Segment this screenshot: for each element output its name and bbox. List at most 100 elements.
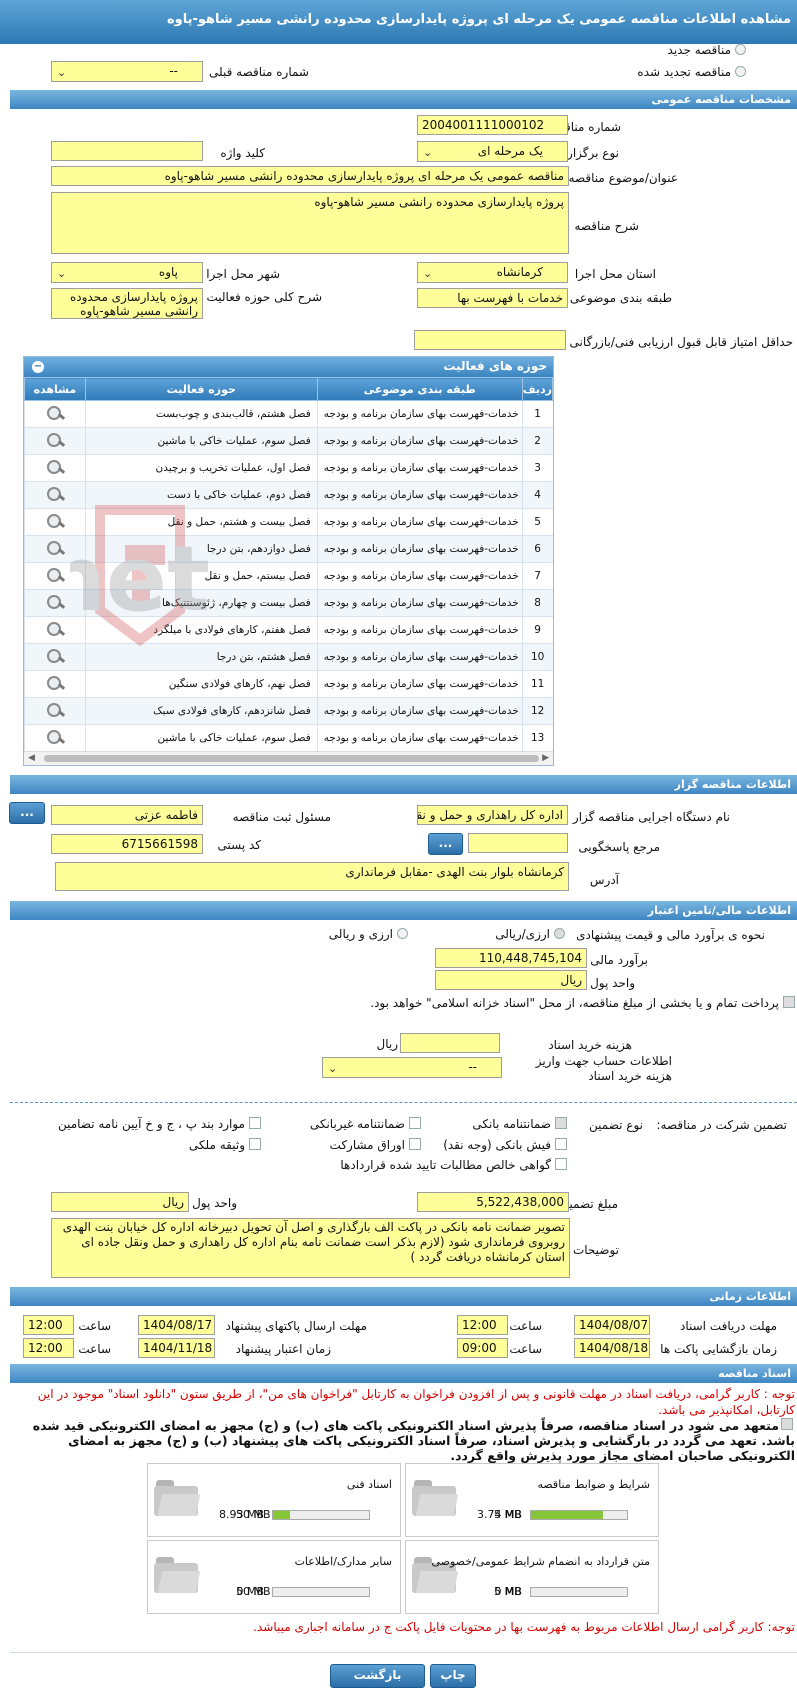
guarantee-cash-checkbox[interactable] — [555, 1138, 567, 1150]
magnifier-icon[interactable] — [45, 648, 65, 664]
organizer-label: نام دستگاه اجرایی مناقصه گزار — [572, 810, 730, 824]
reference-lookup-button[interactable]: ... — [428, 833, 463, 855]
guarantee-currency-field: ریال — [51, 1192, 189, 1212]
table-row: 11 خدمات-فهرست بهای سازمان برنامه و بودجه… — [24, 670, 553, 698]
back-button[interactable]: بازگشت — [330, 1664, 425, 1688]
renewed-tender-radio[interactable] — [735, 66, 746, 77]
row-category: خدمات-فهرست بهای سازمان برنامه و بودجه — [316, 400, 523, 428]
category-label: طبقه بندی موضوعی — [569, 291, 672, 305]
guarantee-claims-checkbox[interactable] — [555, 1158, 567, 1170]
guarantee-property-checkbox[interactable] — [249, 1138, 261, 1150]
magnifier-icon[interactable] — [45, 675, 65, 691]
col-activity: حوزه فعالیت — [84, 377, 318, 401]
chevron-down-icon: ⌄ — [57, 66, 67, 79]
section-general: مشخصات مناقصه عمومی — [10, 90, 797, 109]
postal-label: کد پستی — [217, 838, 262, 852]
postal-field: 6715661598 — [51, 834, 203, 854]
guarantee-clauses-checkbox[interactable] — [249, 1117, 261, 1129]
guarantee-cash-label: فیش بانکی (وجه نقد) — [443, 1138, 551, 1152]
divider — [10, 1102, 797, 1103]
province-select[interactable]: کرمانشاه ⌄ — [417, 262, 568, 283]
city-select[interactable]: پاوه ⌄ — [51, 262, 203, 283]
currency-field: ریال — [435, 970, 587, 990]
row-activity: فصل اول، عملیات تخریب و برچیدن — [84, 454, 318, 482]
responsible-field: فاطمه عزتی — [51, 805, 203, 825]
estimate-mixed-radio[interactable] — [397, 928, 408, 939]
file-box-conditions[interactable]: شرایط و ضوابط مناقصه 3.74 MB 5 MB — [405, 1463, 659, 1537]
row-activity: فصل نهم، کارهای فولادی سنگین — [84, 670, 318, 698]
magnifier-icon[interactable] — [45, 405, 65, 421]
guarantee-claims-label: گواهی خالص مطالبات تایید شده قراردادها — [340, 1158, 551, 1172]
responsible-lookup-button[interactable]: ... — [9, 802, 45, 824]
magnifier-icon[interactable] — [45, 513, 65, 529]
estimate-rial-label: ارزی/ریالی — [495, 927, 550, 941]
chevron-down-icon: ⌄ — [57, 267, 67, 280]
doc-deadline-time: 12:00 — [457, 1315, 508, 1335]
file-box-technical[interactable]: اسناد فنی 8.93 MB 50 MB — [147, 1463, 401, 1537]
chevron-down-icon: ⌄ — [423, 267, 433, 280]
row-view[interactable] — [24, 670, 86, 698]
file-size-bar — [272, 1510, 370, 1520]
row-number: 1 — [521, 400, 553, 428]
new-tender-radio[interactable] — [735, 44, 746, 55]
magnifier-icon[interactable] — [45, 594, 65, 610]
row-number: 11 — [521, 670, 553, 698]
table-row: 1 خدمات-فهرست بهای سازمان برنامه و بودجه ف… — [24, 400, 553, 428]
min-score-field — [414, 330, 566, 350]
tender-type-select[interactable]: یک مرحله ای ⌄ — [417, 141, 568, 162]
divider — [10, 1652, 797, 1653]
row-view[interactable] — [24, 724, 86, 752]
province-label: استان محل اجرا — [574, 267, 656, 281]
minus-circle-icon[interactable]: − — [32, 361, 44, 373]
address-label: آدرس — [589, 873, 619, 887]
new-tender-label: مناقصه جدید — [667, 43, 731, 57]
opening-date: 1404/08/18 — [574, 1338, 650, 1358]
magnifier-icon[interactable] — [45, 621, 65, 637]
magnifier-icon[interactable] — [45, 432, 65, 448]
row-view[interactable] — [24, 454, 86, 482]
organizer-field: اداره کل راهداری و حمل و نقل جاده ای است… — [417, 805, 568, 825]
submit-deadline-time: 12:00 — [23, 1315, 74, 1335]
opening-time-label: ساعت — [509, 1342, 542, 1356]
row-view[interactable] — [24, 697, 86, 725]
magnifier-icon[interactable] — [45, 729, 65, 745]
row-activity: فصل سوم، عملیات خاکی با ماشین — [84, 427, 318, 455]
guarantee-notes-label: توضیحات — [572, 1243, 619, 1257]
prev-tender-select[interactable]: -- ⌄ — [51, 61, 203, 82]
guarantee-property-label: وثیقه ملکی — [188, 1138, 245, 1152]
row-view[interactable] — [24, 427, 86, 455]
keyword-field[interactable] — [51, 141, 203, 161]
file-box-other[interactable]: سایر مدارک/اطلاعات 0 MB 50 MB — [147, 1540, 401, 1614]
magnifier-icon[interactable] — [45, 567, 65, 583]
estimate-rial-radio[interactable] — [554, 928, 565, 939]
estimate-amount-field: 110,448,745,104 — [435, 948, 587, 968]
treasury-checkbox[interactable] — [783, 996, 795, 1008]
chevron-down-icon: ⌄ — [328, 1062, 338, 1075]
print-button[interactable]: چاپ — [430, 1664, 476, 1688]
magnifier-icon[interactable] — [45, 540, 65, 556]
price-list-notice: توجه: کاربر گرامی ارسال اطلاعات مربوط به… — [253, 1620, 795, 1634]
min-score-label: حداقل امتیاز قابل قبول ارزیابی فنی/بازرگ… — [569, 335, 793, 349]
doc-fee-label: هزینه خرید اسناد — [548, 1038, 632, 1052]
guarantee-bonds-checkbox[interactable] — [409, 1138, 421, 1150]
row-view[interactable] — [24, 400, 86, 428]
magnifier-icon[interactable] — [45, 459, 65, 475]
file-size-bar — [530, 1510, 628, 1520]
category-field: خدمات با فهرست بها — [417, 288, 568, 308]
tender-number-field: 2004001111000102 — [417, 115, 568, 135]
account-select[interactable]: -- ⌄ — [322, 1057, 502, 1078]
doc-deadline-time-label: ساعت — [509, 1319, 542, 1333]
guarantee-nonbank-checkbox[interactable] — [409, 1117, 421, 1129]
horizontal-scrollbar[interactable]: ◀ ▶ — [24, 751, 553, 765]
magnifier-icon[interactable] — [45, 702, 65, 718]
folder-icon — [154, 1478, 201, 1516]
guarantee-bank-checkbox[interactable] — [555, 1117, 567, 1129]
table-row: 12 خدمات-فهرست بهای سازمان برنامه و بودجه… — [24, 697, 553, 725]
row-category: خدمات-فهرست بهای سازمان برنامه و بودجه — [316, 454, 523, 482]
file-box-contract[interactable]: متن قرارداد به انضمام شرایط عمومی/خصوصی … — [405, 1540, 659, 1614]
guarantee-currency-label: واحد پول — [192, 1196, 237, 1210]
row-category: خدمات-فهرست بهای سازمان برنامه و بودجه — [316, 724, 523, 752]
row-category: خدمات-فهرست بهای سازمان برنامه و بودجه — [316, 427, 523, 455]
guarantee-notes-field: تصویر ضمانت نامه بانکی در پاکت الف بارگذ… — [51, 1218, 570, 1278]
magnifier-icon[interactable] — [45, 486, 65, 502]
